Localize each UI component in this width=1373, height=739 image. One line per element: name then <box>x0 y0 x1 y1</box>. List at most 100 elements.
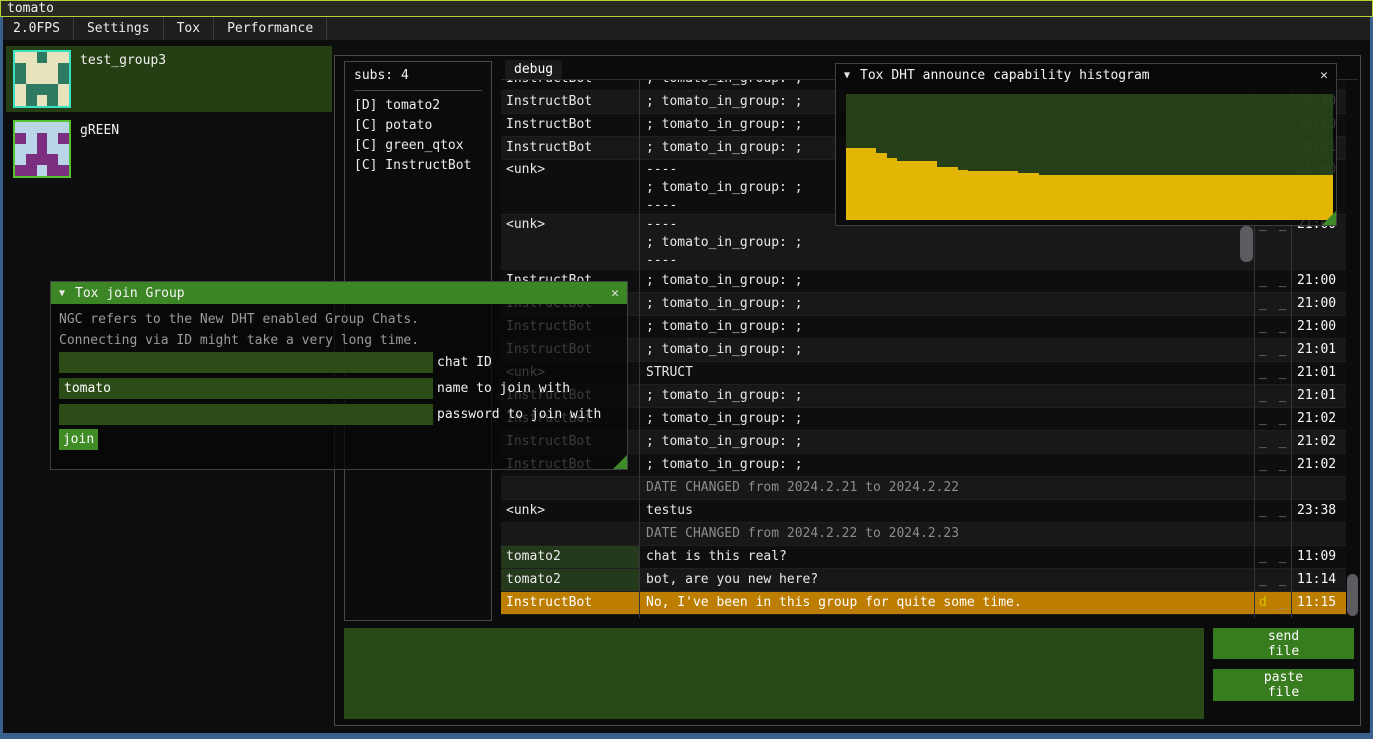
row-timestamp: 11:14 <box>1291 569 1346 591</box>
member-item[interactable]: [C] green_qtox <box>354 136 491 156</box>
row-flags: d _ <box>1254 592 1291 614</box>
row-timestamp: 21:01 <box>1291 339 1346 361</box>
row-sender: InstructBot <box>501 91 639 113</box>
os-titlebar[interactable]: tomato <box>0 0 1373 17</box>
row-sender: InstructBot <box>501 114 639 136</box>
row-flag-1: _ <box>1259 273 1269 288</box>
row-flags: _ _ <box>1254 293 1291 315</box>
paste-file-button[interactable]: paste file <box>1213 669 1354 701</box>
row-flag-2: _ <box>1279 388 1289 403</box>
table-row[interactable]: DATE CHANGED from 2024.2.22 to 2024.2.23 <box>501 523 1346 546</box>
join-group-titlebar[interactable]: ▼ Tox join Group ✕ <box>51 282 627 304</box>
dht-histogram-titlebar[interactable]: ▼ Tox DHT announce capability histogram … <box>836 64 1336 86</box>
row-flag-1: _ <box>1259 434 1269 449</box>
menu-item-label: Tox <box>177 21 200 36</box>
chat-log-scrollbar[interactable] <box>1240 226 1253 262</box>
row-sender <box>501 523 639 545</box>
row-flag-1: _ <box>1259 549 1269 564</box>
row-sender: tomato2 <box>501 569 639 591</box>
row-message: ; tomato_in_group: ; <box>639 339 1254 361</box>
menu-item[interactable]: Tox <box>164 17 214 40</box>
row-flags: _ _ <box>1254 454 1291 476</box>
row-flag-1: _ <box>1259 319 1269 334</box>
row-timestamp: 21:02 <box>1291 454 1346 476</box>
join-group-description: NGC refers to the New DHT enabled Group … <box>59 309 419 351</box>
row-timestamp: 21:00 <box>1291 316 1346 338</box>
row-flag-1: _ <box>1259 342 1269 357</box>
resize-grip[interactable] <box>613 455 627 469</box>
row-message: STRUCT <box>639 362 1254 384</box>
row-flags: _ _ <box>1254 316 1291 338</box>
row-timestamp: 21:01 <box>1291 362 1346 384</box>
row-flags: _ _ <box>1254 569 1291 591</box>
row-flags: _ _ <box>1254 362 1291 384</box>
group-list-item[interactable]: test_group3 <box>6 46 332 112</box>
group-avatar <box>13 120 71 178</box>
row-message: ; tomato_in_group: ; <box>639 454 1254 476</box>
row-timestamp: 11:09 <box>1291 546 1346 568</box>
menu-item[interactable]: Settings <box>74 17 164 40</box>
message-input[interactable] <box>344 628 1204 719</box>
row-flag-1: _ <box>1259 457 1269 472</box>
row-flag-1: _ <box>1259 388 1269 403</box>
member-item[interactable]: [C] InstructBot <box>354 156 491 176</box>
join-password-label: password to join with <box>437 404 601 425</box>
column-border-name <box>639 80 640 618</box>
row-message: chat is this real? <box>639 546 1254 568</box>
chat-id-label: chat ID <box>437 352 492 373</box>
table-row[interactable]: tomato2 bot, are you new here? _ _ 11:14 <box>501 569 1346 592</box>
member-item-label: [C] InstructBot <box>354 158 471 173</box>
table-row[interactable]: DATE CHANGED from 2024.2.21 to 2024.2.22 <box>501 477 1346 500</box>
chat-window-scrollbar[interactable] <box>1347 574 1358 616</box>
chat-id-input[interactable] <box>59 352 433 373</box>
window-border-left <box>0 17 3 739</box>
row-flag-1: _ <box>1259 503 1269 518</box>
join-password-input[interactable] <box>59 404 433 425</box>
row-flags: _ _ <box>1254 546 1291 568</box>
row-flag-2: _ <box>1279 572 1289 587</box>
row-message: bot, are you new here? <box>639 569 1254 591</box>
member-item-label: [C] potato <box>354 118 432 133</box>
row-message: DATE CHANGED from 2024.2.22 to 2024.2.23 <box>639 523 1254 545</box>
tab-label: debug <box>514 62 553 77</box>
join-button[interactable]: join <box>59 429 98 450</box>
row-sender: <unk> <box>501 500 639 522</box>
collapse-arrow-icon[interactable]: ▼ <box>59 288 65 299</box>
resize-grip[interactable] <box>1322 211 1336 225</box>
menu-item-label: Settings <box>87 21 150 36</box>
row-message: No, I've been in this group for quite so… <box>639 592 1254 614</box>
menu-item[interactable]: 2.0FPS <box>0 17 74 40</box>
join-name-input[interactable] <box>59 378 433 399</box>
app-root: tomato 2.0FPS Settings Tox Performance <box>0 0 1373 739</box>
member-item-label: [C] green_qtox <box>354 138 464 153</box>
group-avatar <box>13 50 71 108</box>
join-name-label: name to join with <box>437 378 570 399</box>
row-flags: _ _ <box>1254 431 1291 453</box>
group-list-item[interactable]: gREEN <box>6 116 332 182</box>
row-flag-1: _ <box>1259 365 1269 380</box>
members-list: [D] tomato2 [C] potato [C] green_qtox [C… <box>354 96 491 176</box>
menu-item[interactable]: Performance <box>214 17 327 40</box>
members-header: subs: 4 <box>354 68 491 83</box>
collapse-arrow-icon[interactable]: ▼ <box>844 70 850 81</box>
close-icon[interactable]: ✕ <box>611 286 619 301</box>
tab-debug[interactable]: debug <box>505 60 562 79</box>
row-flags: _ _ <box>1254 500 1291 522</box>
table-row[interactable]: InstructBot No, I've been in this group … <box>501 592 1346 615</box>
row-flag-1: _ <box>1259 572 1269 587</box>
table-row[interactable]: <unk> testus _ _ 23:38 <box>501 500 1346 523</box>
row-timestamp: 23:38 <box>1291 500 1346 522</box>
table-row[interactable]: tomato2 chat is this real? _ _ 11:09 <box>501 546 1346 569</box>
member-item-label: [D] tomato2 <box>354 98 440 113</box>
row-sender: InstructBot <box>501 80 639 90</box>
send-file-button[interactable]: send file <box>1213 628 1354 659</box>
row-flags: _ _ <box>1254 408 1291 430</box>
row-timestamp: 21:02 <box>1291 431 1346 453</box>
member-item[interactable]: [D] tomato2 <box>354 96 491 116</box>
close-icon[interactable]: ✕ <box>1320 68 1328 83</box>
join-group-window: ▼ Tox join Group ✕ NGC refers to the New… <box>50 281 628 470</box>
member-item[interactable]: [C] potato <box>354 116 491 136</box>
row-flag-2: _ <box>1279 342 1289 357</box>
row-message: testus <box>639 500 1254 522</box>
row-sender: InstructBot <box>501 137 639 159</box>
